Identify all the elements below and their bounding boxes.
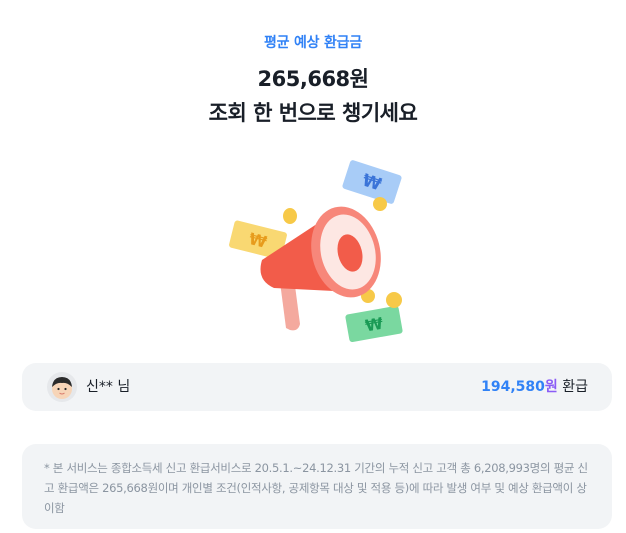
average-refund-amount: 265,668원 — [257, 67, 369, 91]
coin-icon — [283, 208, 297, 224]
refund-amount: 194,580 — [481, 379, 545, 395]
user-refund-card: 신** 님 194,580원 환급 — [22, 363, 612, 411]
avatar — [47, 372, 77, 402]
coin-icon — [373, 197, 387, 211]
user-name: 신** 님 — [86, 379, 131, 395]
refund-label: 평균 예상 환급금 — [263, 35, 363, 51]
coin-icon — [386, 292, 402, 308]
refund-unit: 원 — [544, 379, 558, 395]
page-title: 265,668원 조회 한 번으로 챙기세요 — [0, 62, 626, 130]
svg-text:₩: ₩ — [364, 314, 385, 336]
megaphone-illustration: ₩ ₩ ₩ — [229, 160, 403, 343]
refund-suffix: 환급 — [562, 379, 588, 395]
money-bill-icon: ₩ — [342, 160, 402, 204]
disclaimer-notice: * 본 서비스는 종합소득세 신고 환급서비스로 20.5.1.~24.12.3… — [22, 444, 612, 529]
money-bill-icon: ₩ — [345, 305, 403, 343]
refund-summary: 194,580원 환급 — [481, 363, 588, 411]
headline-subtitle: 조회 한 번으로 챙기세요 — [208, 101, 418, 125]
